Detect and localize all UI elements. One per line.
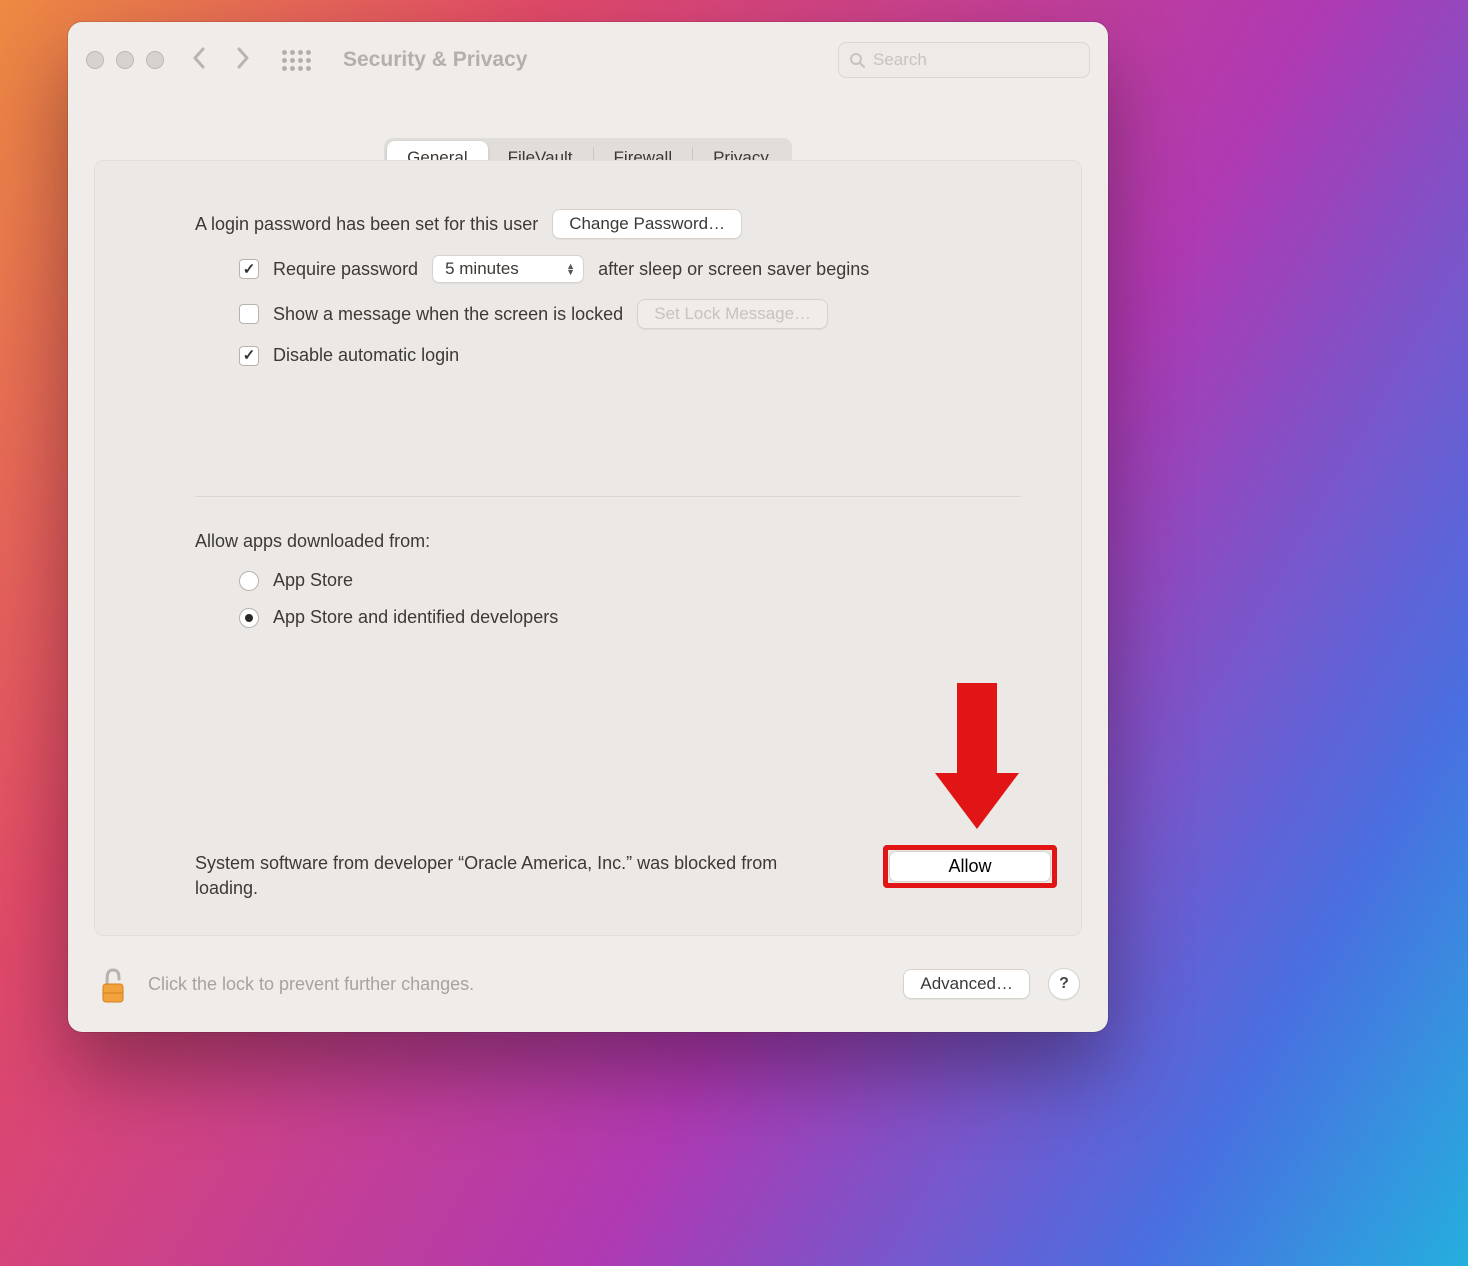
allow-apps-title: Allow apps downloaded from: <box>195 531 1021 552</box>
show-lock-message-label: Show a message when the screen is locked <box>273 304 623 325</box>
minimize-window-button[interactable] <box>116 51 134 69</box>
search-icon <box>849 52 865 68</box>
change-password-button[interactable]: Change Password… <box>552 209 742 239</box>
show-all-preferences-icon[interactable] <box>282 50 311 71</box>
window-titlebar: Security & Privacy <box>68 22 1108 98</box>
forward-button[interactable] <box>228 47 258 74</box>
after-sleep-label: after sleep or screen saver begins <box>598 259 869 280</box>
allow-app-store-label: App Store <box>273 570 353 591</box>
allow-system-software-button[interactable]: Allow <box>889 851 1051 882</box>
window-footer: Click the lock to prevent further change… <box>68 936 1108 1032</box>
require-password-delay-value: 5 minutes <box>445 259 519 279</box>
blocked-software-message: System software from developer “Oracle A… <box>195 851 815 901</box>
allow-identified-developers-radio[interactable] <box>239 608 259 628</box>
stepper-icon: ▲▼ <box>566 263 575 275</box>
show-lock-message-checkbox[interactable] <box>239 304 259 324</box>
login-password-intro: A login password has been set for this u… <box>195 214 538 235</box>
require-password-label: Require password <box>273 259 418 280</box>
allow-app-store-radio[interactable] <box>239 571 259 591</box>
lock-icon[interactable] <box>96 962 130 1006</box>
window-controls <box>86 51 164 69</box>
search-input[interactable] <box>871 49 1079 71</box>
search-field[interactable] <box>838 42 1090 78</box>
advanced-button[interactable]: Advanced… <box>903 969 1030 999</box>
preferences-window: Security & Privacy General FileVault Fir… <box>68 22 1108 1032</box>
close-window-button[interactable] <box>86 51 104 69</box>
set-lock-message-button[interactable]: Set Lock Message… <box>637 299 828 329</box>
panel-divider <box>195 496 1021 497</box>
require-password-checkbox[interactable] <box>239 259 259 279</box>
disable-automatic-login-checkbox[interactable] <box>239 346 259 366</box>
lock-status-text: Click the lock to prevent further change… <box>148 974 885 995</box>
window-title: Security & Privacy <box>343 48 527 72</box>
allow-identified-developers-label: App Store and identified developers <box>273 607 558 628</box>
help-button[interactable]: ? <box>1048 968 1080 1000</box>
back-button[interactable] <box>184 47 214 74</box>
annotation-arrow-icon <box>935 683 1015 843</box>
zoom-window-button[interactable] <box>146 51 164 69</box>
require-password-delay-popup[interactable]: 5 minutes ▲▼ <box>432 255 584 283</box>
disable-automatic-login-label: Disable automatic login <box>273 345 459 366</box>
